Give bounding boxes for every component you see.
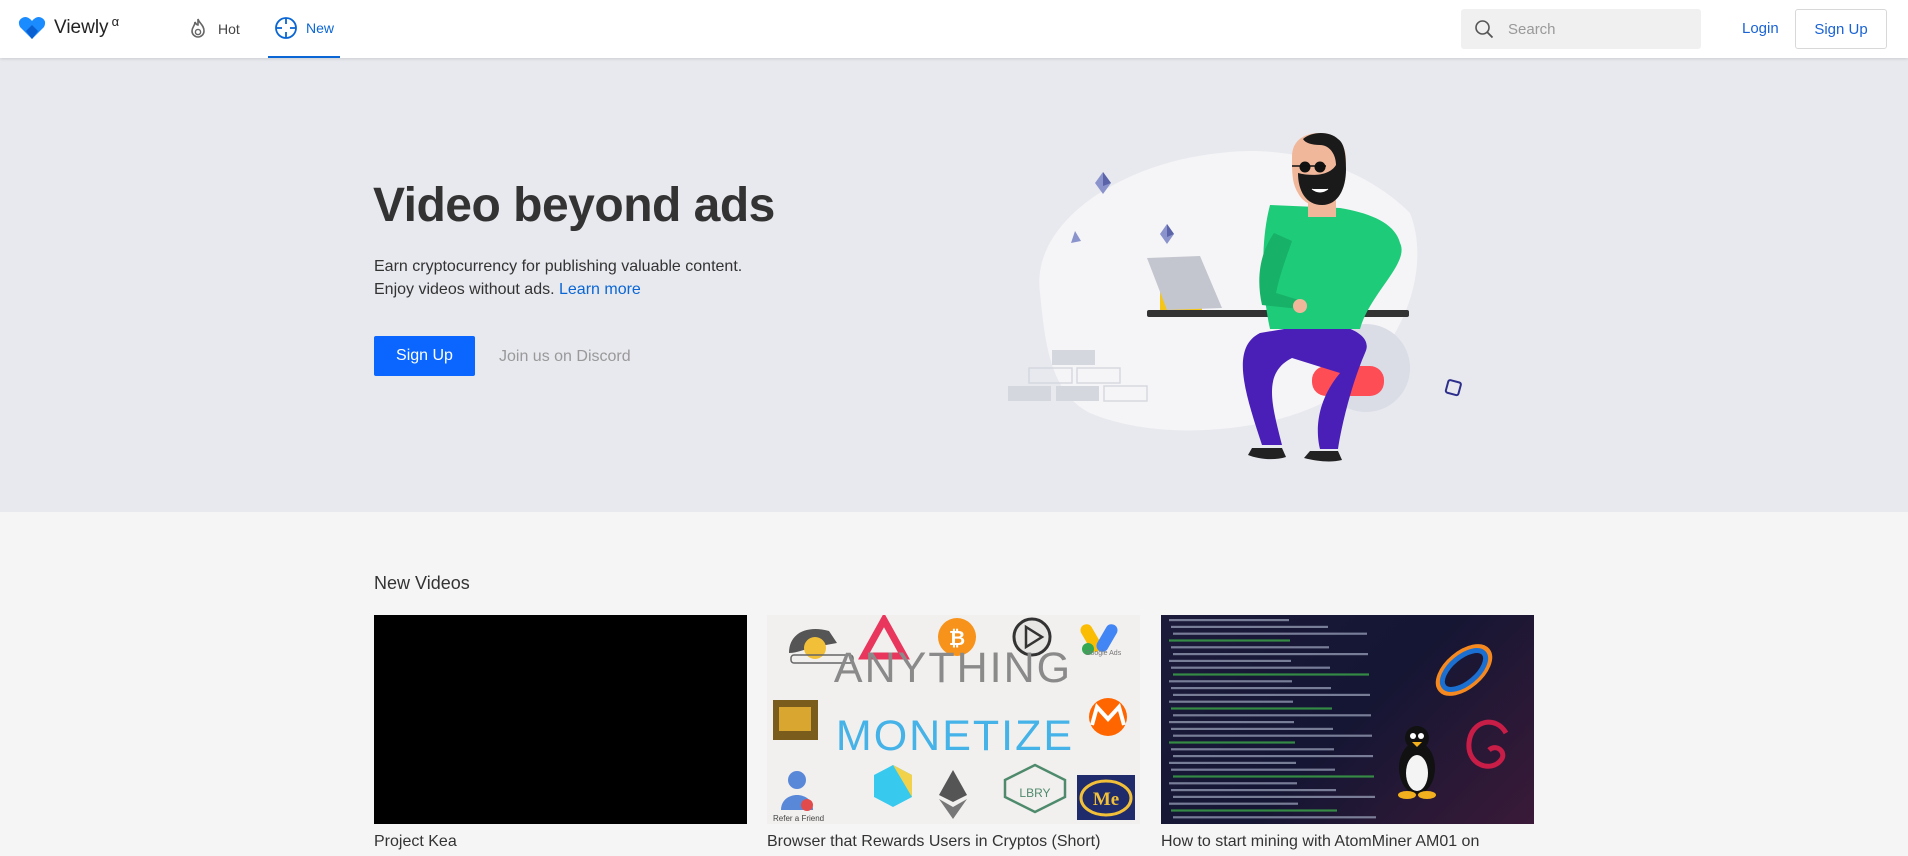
tab-hot[interactable]: Hot xyxy=(186,0,240,58)
terminal-line xyxy=(1173,816,1376,819)
hero-illustration xyxy=(1008,133,1462,462)
hero-section: Video beyond ads Earn cryptocurrency for… xyxy=(0,58,1908,512)
terminal-line xyxy=(1173,775,1374,778)
viewly-logo[interactable]: Viewly α xyxy=(18,13,120,40)
debian-swirl-icon xyxy=(1466,719,1509,769)
tab-new[interactable]: New xyxy=(268,0,340,58)
hero-description-line-1: Earn cryptocurrency for publishing valua… xyxy=(374,258,743,275)
terminal-line xyxy=(1171,789,1336,792)
terminal-line xyxy=(1171,768,1335,771)
thumbnail-headline-1: ANYTHING xyxy=(834,644,1072,692)
new-videos-heading: New Videos xyxy=(374,573,470,593)
terminal-line xyxy=(1169,802,1298,805)
hero-signup-button[interactable]: Sign Up xyxy=(374,336,475,376)
refer-friend-icon xyxy=(781,771,813,811)
discord-link[interactable]: Join us on Discord xyxy=(499,348,631,366)
lbry-logo-icon: LBRY xyxy=(1003,763,1067,814)
hero-description-line-2: Enjoy videos without ads. Learn more xyxy=(374,281,641,299)
tab-hot-label: Hot xyxy=(218,21,240,37)
video-thumbnail[interactable] xyxy=(1161,615,1534,824)
thumbnail-headline-2: MONETIZE xyxy=(836,712,1074,760)
video-thumbnail[interactable]: ₿ Google Ads ANYTHING MONETIZE Refer a F… xyxy=(767,615,1140,824)
search-bar xyxy=(1461,9,1701,49)
floating-square-shape xyxy=(1444,379,1462,397)
terminal-line xyxy=(1173,673,1369,676)
terminal-line xyxy=(1171,687,1331,690)
video-card[interactable]: How to start mining with AtomMiner AM01 … xyxy=(1161,615,1534,851)
svg-text:LBRY: LBRY xyxy=(1019,786,1050,800)
monero-icon xyxy=(1089,698,1127,736)
alpha-badge: α xyxy=(111,13,120,29)
mining-thumbnail-art xyxy=(1169,619,1509,819)
terminal-line xyxy=(1171,707,1332,710)
hero-description-text: Enjoy videos without ads. xyxy=(374,281,555,298)
ethereum-icon xyxy=(939,770,967,819)
top-navigation-bar: Viewly α Hot New Login Sign Up xyxy=(0,0,1908,58)
terminal-line xyxy=(1171,646,1329,649)
orbit-logo-icon xyxy=(1435,644,1493,696)
header-signup-button[interactable]: Sign Up xyxy=(1795,9,1887,49)
terminal-line xyxy=(1173,795,1375,798)
search-icon xyxy=(1475,20,1494,39)
crosshair-icon xyxy=(275,17,297,39)
terminal-line xyxy=(1173,653,1368,656)
terminal-line xyxy=(1169,659,1291,662)
terminal-line xyxy=(1169,782,1297,785)
monetize-thumbnail-art: ₿ Google Ads ANYTHING MONETIZE Refer a F… xyxy=(773,615,1135,823)
terminal-line xyxy=(1171,727,1333,730)
terminal-line xyxy=(1169,721,1294,724)
terminal-line xyxy=(1171,666,1330,669)
terminal-log-lines xyxy=(1169,619,1376,819)
terminal-line xyxy=(1173,632,1367,635)
video-thumbnail[interactable] xyxy=(374,615,747,824)
terminal-line xyxy=(1173,693,1370,696)
flame-icon xyxy=(191,18,205,38)
tux-penguin-icon xyxy=(1398,726,1436,799)
logo-text: Viewly xyxy=(54,17,109,38)
refer-friend-caption: Refer a Friend xyxy=(773,814,824,823)
terminal-line xyxy=(1171,748,1334,751)
terminal-line xyxy=(1169,761,1296,764)
tab-new-label: New xyxy=(305,20,334,36)
learn-more-link[interactable]: Learn more xyxy=(559,281,641,298)
svg-text:Me: Me xyxy=(1093,789,1119,810)
terminal-line xyxy=(1171,625,1328,628)
terminal-line xyxy=(1169,741,1295,744)
terminal-line xyxy=(1169,700,1293,703)
video-card[interactable]: Project Kea xyxy=(374,615,747,851)
hero-title: Video beyond ads xyxy=(373,179,775,232)
video-title[interactable]: Browser that Rewards Users in Cryptos (S… xyxy=(767,833,1140,851)
heart-logo-icon xyxy=(18,17,46,39)
google-ads-caption: Google Ads xyxy=(1085,650,1122,657)
video-title[interactable]: How to start mining with AtomMiner AM01 … xyxy=(1161,833,1534,851)
video-title[interactable]: Project Kea xyxy=(374,833,747,851)
search-input[interactable] xyxy=(1506,19,1690,39)
video-card[interactable]: ₿ Google Ads ANYTHING MONETIZE Refer a F… xyxy=(767,615,1140,851)
terminal-line xyxy=(1169,680,1292,683)
terminal-line xyxy=(1169,619,1289,622)
login-link[interactable]: Login xyxy=(1742,20,1779,37)
terminal-line xyxy=(1173,755,1373,758)
terminal-line xyxy=(1169,639,1290,642)
terminal-line xyxy=(1173,734,1372,737)
terminal-line xyxy=(1171,809,1337,812)
terminal-line xyxy=(1173,714,1371,717)
